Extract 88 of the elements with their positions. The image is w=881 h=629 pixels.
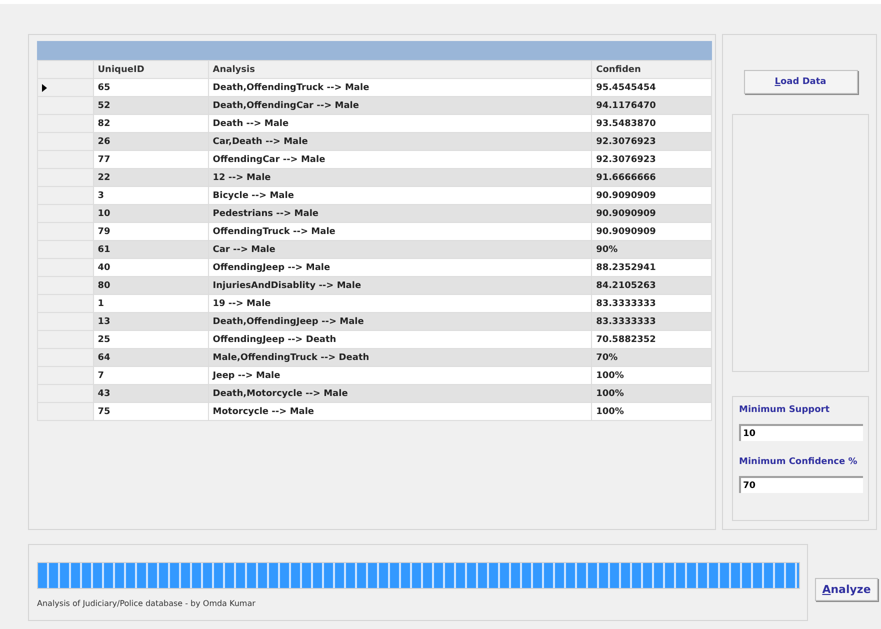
table-cell: 82 xyxy=(93,114,208,132)
load-data-button[interactable]: Load Data xyxy=(744,70,858,94)
row-header[interactable] xyxy=(38,240,94,258)
table-cell: OffendingTruck --> Male xyxy=(208,222,592,240)
status-text: Analysis of Judiciary/Police database - by Omda Kumar xyxy=(37,599,256,608)
row-header[interactable] xyxy=(38,132,94,150)
table-cell: 84.2105263 xyxy=(592,276,712,294)
table-cell: 40 xyxy=(93,258,208,276)
table-cell: Death,Motorcycle --> Male xyxy=(208,384,592,402)
table-cell: Death,OffendingTruck --> Male xyxy=(208,78,592,96)
table-cell: OffendingJeep --> Death xyxy=(208,330,592,348)
table-cell: Jeep --> Male xyxy=(208,366,592,384)
table-cell: InjuriesAndDisablity --> Male xyxy=(208,276,592,294)
column-header[interactable]: Confiden xyxy=(592,60,712,78)
row-header[interactable] xyxy=(38,150,94,168)
table-cell: 92.3076923 xyxy=(592,132,712,150)
row-header[interactable] xyxy=(38,402,94,420)
column-header[interactable]: Analysis xyxy=(208,60,592,78)
table-cell: 91.6666666 xyxy=(592,168,712,186)
table-cell: OffendingCar --> Male xyxy=(208,150,592,168)
table-cell: 90% xyxy=(592,240,712,258)
input-field[interactable]: 10 xyxy=(739,424,863,441)
table-cell: 7 xyxy=(93,366,208,384)
row-header[interactable] xyxy=(38,384,94,402)
table-cell: 70% xyxy=(592,348,712,366)
table-cell: Car,Death --> Male xyxy=(208,132,592,150)
table-cell: Death --> Male xyxy=(208,114,592,132)
table-cell: Male,OffendingTruck --> Death xyxy=(208,348,592,366)
analyze-button[interactable]: Analyze xyxy=(815,578,878,601)
table-cell: 100% xyxy=(592,402,712,420)
table-cell: 95.4545454 xyxy=(592,78,712,96)
table-cell: 100% xyxy=(592,366,712,384)
table-cell: 10 xyxy=(93,204,208,222)
row-header[interactable] xyxy=(38,312,94,330)
table-cell: 61 xyxy=(93,240,208,258)
row-header-corner xyxy=(38,60,94,78)
table-cell: 90.9090909 xyxy=(592,186,712,204)
table-cell: 25 xyxy=(93,330,208,348)
table-cell: 80 xyxy=(93,276,208,294)
input-field[interactable]: 70 xyxy=(739,476,863,493)
table-cell: 26 xyxy=(93,132,208,150)
row-header[interactable] xyxy=(38,258,94,276)
row-header[interactable] xyxy=(38,330,94,348)
table-cell: 19 --> Male xyxy=(208,294,592,312)
table-cell: 22 xyxy=(93,168,208,186)
table-cell: 88.2352941 xyxy=(592,258,712,276)
table-cell: 90.9090909 xyxy=(592,204,712,222)
row-header[interactable] xyxy=(38,222,94,240)
table-cell: OffendingJeep --> Male xyxy=(208,258,592,276)
table-cell: 52 xyxy=(93,96,208,114)
row-header[interactable] xyxy=(38,186,94,204)
table-cell: Car --> Male xyxy=(208,240,592,258)
table-cell: 94.1176470 xyxy=(592,96,712,114)
table-cell: 93.5483870 xyxy=(592,114,712,132)
table-cell: 75 xyxy=(93,402,208,420)
row-header[interactable] xyxy=(38,78,94,96)
table-cell: 100% xyxy=(592,384,712,402)
table-cell: Death,OffendingCar --> Male xyxy=(208,96,592,114)
row-header[interactable] xyxy=(38,348,94,366)
row-header[interactable] xyxy=(38,366,94,384)
column-header[interactable]: UniqueID xyxy=(93,60,208,78)
table-cell: 1 xyxy=(93,294,208,312)
field-label: Minimum Confidence % xyxy=(739,457,858,467)
table-cell: Pedestrians --> Male xyxy=(208,204,592,222)
table-cell: 70.5882352 xyxy=(592,330,712,348)
table-cell: 83.3333333 xyxy=(592,312,712,330)
field-label: Minimum Support xyxy=(739,405,831,415)
current-row-icon xyxy=(42,84,47,92)
table-cell: 64 xyxy=(93,348,208,366)
table-cell: 12 --> Male xyxy=(208,168,592,186)
table-cell: 79 xyxy=(93,222,208,240)
table-cell: 90.9090909 xyxy=(592,222,712,240)
table-cell: Death,OffendingJeep --> Male xyxy=(208,312,592,330)
table-cell: 65 xyxy=(93,78,208,96)
table-cell: Motorcycle --> Male xyxy=(208,402,592,420)
table-cell: 43 xyxy=(93,384,208,402)
table-cell: 13 xyxy=(93,312,208,330)
row-header[interactable] xyxy=(38,294,94,312)
row-header[interactable] xyxy=(38,168,94,186)
table-cell: 3 xyxy=(93,186,208,204)
row-header[interactable] xyxy=(38,276,94,294)
table-cell: Bicycle --> Male xyxy=(208,186,592,204)
row-header[interactable] xyxy=(38,204,94,222)
table-cell: 92.3076923 xyxy=(592,150,712,168)
table-cell: 83.3333333 xyxy=(592,294,712,312)
row-header[interactable] xyxy=(38,114,94,132)
table-cell: 77 xyxy=(93,150,208,168)
row-header[interactable] xyxy=(38,96,94,114)
